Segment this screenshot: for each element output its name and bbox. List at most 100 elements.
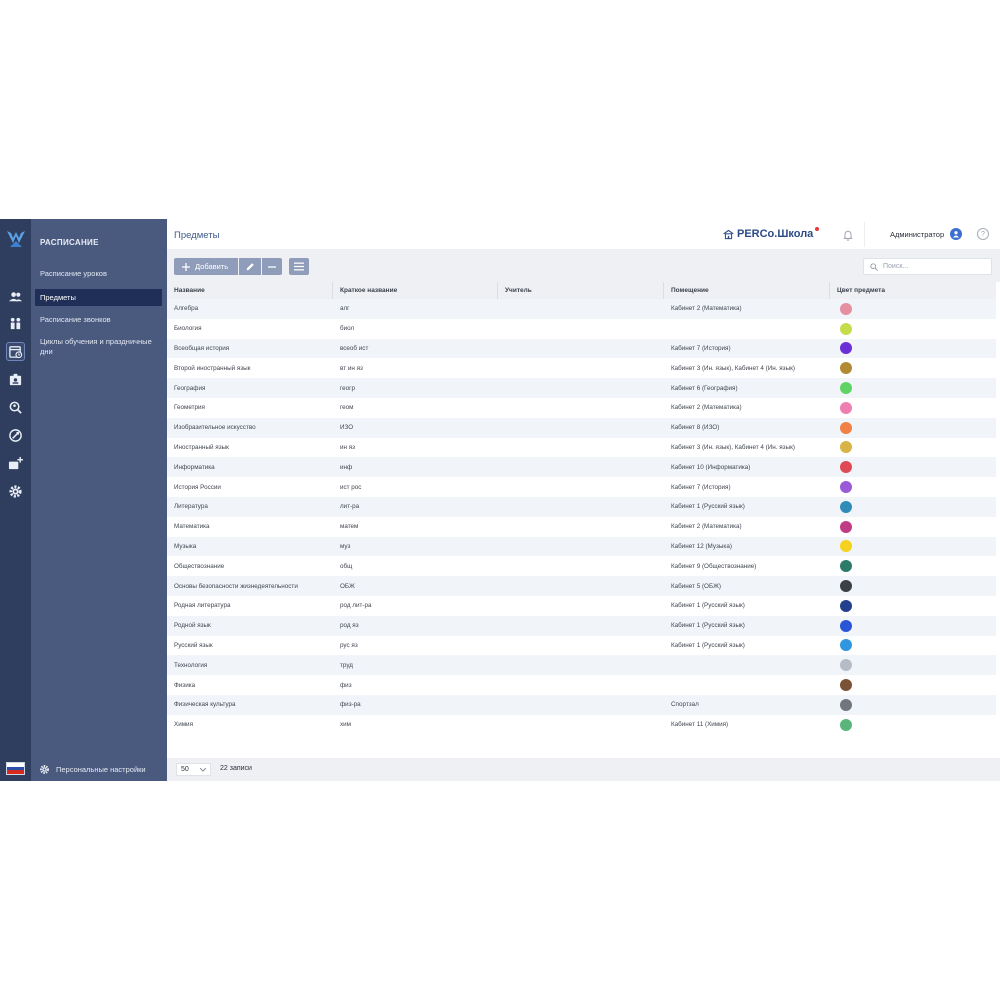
list-icon <box>294 262 304 271</box>
gear-icon <box>40 765 49 774</box>
table-row[interactable]: Физическая культура физ-ра Спортзал <box>167 694 996 715</box>
remove-button[interactable] <box>262 258 282 275</box>
cell-short-name: физ <box>340 681 352 689</box>
table-row[interactable]: Родной язык род яз Кабинет 1 (Русский язык… <box>167 615 996 636</box>
color-swatch <box>840 698 852 711</box>
table-row[interactable]: Технология труд <box>167 655 996 676</box>
cell-short-name: ОБЖ <box>340 582 355 590</box>
table-row[interactable]: Родная литература род лит-ра Кабинет 1 (Ру… <box>167 596 996 616</box>
logo-icon[interactable] <box>4 227 28 251</box>
cell-color <box>830 401 996 414</box>
table-row[interactable]: Иностранный язык ин яз Кабинет 3 (Ин. язык… <box>167 438 996 458</box>
avatar[interactable] <box>950 228 962 240</box>
color-swatch <box>840 441 852 454</box>
table-row[interactable]: Второй иностранный язык вт ин яз Кабинет 3… <box>167 358 996 378</box>
target-icon[interactable] <box>7 427 24 444</box>
table-row[interactable]: Литература лит-ра Кабинет 1 (Русский язык) <box>167 496 996 517</box>
color-swatch <box>840 599 852 612</box>
sidebar-item-lesson-schedule[interactable]: Расписание уроков <box>35 269 162 279</box>
help-button[interactable]: ? <box>977 228 989 240</box>
page-size-select[interactable]: 50 <box>176 763 211 776</box>
sidebar-title: РАСПИСАНИЕ <box>40 238 99 247</box>
toolbar: Добавить Поиск... <box>167 250 1000 282</box>
cell-color <box>830 421 996 434</box>
table-row[interactable]: Информатика инф Кабинет 10 (Информатика) <box>167 457 996 478</box>
color-swatch <box>840 421 852 434</box>
table-row[interactable]: Физика физ <box>167 675 996 695</box>
cell-name: Изобразительное искусство <box>174 424 256 432</box>
user-icon <box>953 231 959 238</box>
table-row[interactable]: Основы безопасности жизнедеятельности ОБЖ… <box>167 576 996 596</box>
sidebar-item-label: Циклы обучения и праздничные дни <box>40 337 152 356</box>
schedule-icon[interactable] <box>6 342 25 361</box>
table-row[interactable]: Математика матем Кабинет 2 (Математика) <box>167 517 996 537</box>
sidebar-item-bell-schedule[interactable]: Расписание звонков <box>35 315 162 325</box>
table-row[interactable]: Алгебра алг Кабинет 2 (Математика) <box>167 299 996 319</box>
table-footer: 50 22 записи <box>167 758 1000 781</box>
cell-color <box>830 302 996 315</box>
table-row[interactable]: Геометрия геом Кабинет 2 (Математика) <box>167 398 996 418</box>
search-person-icon[interactable] <box>7 399 24 416</box>
table-row[interactable]: Русский язык рус яз Кабинет 1 (Русский язы… <box>167 636 996 656</box>
users-icon[interactable] <box>7 288 24 305</box>
color-swatch <box>840 520 852 533</box>
cell-color <box>830 659 996 672</box>
cell-room: Кабинет 7 (История) <box>671 483 731 491</box>
cell-short-name: геом <box>340 404 354 412</box>
column-header-color[interactable]: Цвет предмета <box>830 282 996 299</box>
gear-icon[interactable] <box>7 483 24 500</box>
cell-name: Алгебра <box>174 305 199 313</box>
table-row[interactable]: Биология биол <box>167 319 996 339</box>
column-header-short-name[interactable]: Краткое название <box>333 282 498 299</box>
edit-button[interactable] <box>239 258 261 275</box>
column-header-teacher[interactable]: Учитель <box>498 282 664 299</box>
color-swatch <box>840 382 852 395</box>
search-input[interactable]: Поиск... <box>863 258 992 275</box>
language-flag[interactable] <box>6 762 25 775</box>
cell-room: Кабинет 3 (Ин. язык), Кабинет 4 (Ин. язы… <box>671 364 795 372</box>
cell-color <box>830 619 996 632</box>
table-row[interactable]: Изобразительное искусство ИЗО Кабинет 8 (И… <box>167 417 996 438</box>
search-placeholder: Поиск... <box>883 263 909 270</box>
personal-settings-link[interactable]: Персональные настройки <box>39 764 146 775</box>
cell-name: Технология <box>174 661 208 669</box>
cell-room: Кабинет 10 (Информатика) <box>671 463 751 471</box>
cell-short-name: биол <box>340 325 355 333</box>
badge-icon[interactable] <box>7 371 24 388</box>
cell-name: Биология <box>174 325 202 333</box>
color-swatch <box>840 580 852 593</box>
bell-icon[interactable] <box>842 229 854 241</box>
cell-name: Всеобщая история <box>174 344 230 352</box>
cell-name: Физика <box>174 681 196 689</box>
cell-color <box>830 599 996 612</box>
table-row[interactable]: Обществознание общ Кабинет 9 (Обществознан… <box>167 556 996 576</box>
table-row[interactable]: Музыка муз Кабинет 12 (Музыка) <box>167 536 996 557</box>
column-header-name[interactable]: Название <box>167 282 333 299</box>
user-name[interactable]: Администратор <box>890 230 944 239</box>
add-button[interactable]: Добавить <box>174 258 238 275</box>
table-row[interactable]: Химия хим Кабинет 11 (Химия) <box>167 715 996 735</box>
cell-room: Спортзал <box>671 701 699 709</box>
color-swatch <box>840 659 852 672</box>
sidebar-item-cycles-holidays[interactable]: Циклы обучения и праздничные дни <box>35 337 157 357</box>
table-row[interactable]: История России ист рос Кабинет 7 (История) <box>167 477 996 497</box>
sidebar-item-subjects[interactable]: Предметы <box>35 289 162 306</box>
cell-room: Кабинет 9 (Обществознание) <box>671 562 757 570</box>
cell-name: Химия <box>174 721 193 729</box>
menu-button[interactable] <box>289 258 309 275</box>
table-row[interactable]: География геогр Кабинет 6 (География) <box>167 378 996 398</box>
cell-room: Кабинет 12 (Музыка) <box>671 542 732 550</box>
groups-icon[interactable] <box>7 315 24 332</box>
cell-short-name: геогр <box>340 384 355 392</box>
column-header-room[interactable]: Помещение <box>664 282 830 299</box>
cell-name: Информатика <box>174 463 215 471</box>
cell-short-name: хим <box>340 721 351 729</box>
cell-name: Второй иностранный язык <box>174 364 251 372</box>
cell-name: Математика <box>174 523 210 531</box>
cell-room: Кабинет 1 (Русский язык) <box>671 622 745 630</box>
cell-name: Родной язык <box>174 622 211 630</box>
color-swatch <box>840 461 852 474</box>
add-card-icon[interactable] <box>7 455 24 472</box>
table-row[interactable]: Всеобщая история всеоб ист Кабинет 7 (Исто… <box>167 338 996 359</box>
sidebar-item-label: Предметы <box>40 292 76 302</box>
